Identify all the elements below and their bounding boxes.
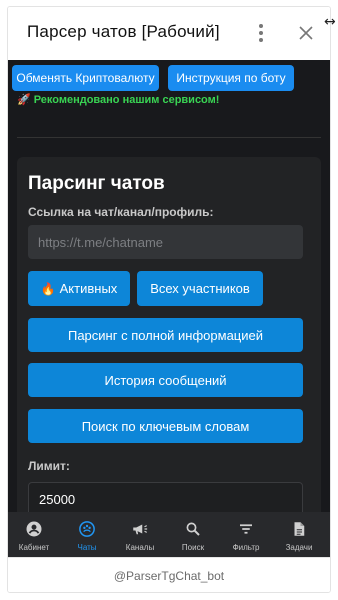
filter-icon xyxy=(240,524,252,534)
promo-text: Рекомендовано нашим сервисом! xyxy=(33,94,220,106)
nav-label-cabinet: Кабинет xyxy=(18,543,50,552)
full-info-parse-button[interactable]: Парсинг с полной информацией xyxy=(28,318,303,352)
more-vert-icon[interactable] xyxy=(250,21,272,45)
chat-parser-card: Парсинг чатов Ссылка на чат/канал/профил… xyxy=(17,157,321,512)
rocket-icon: 🚀 xyxy=(17,94,31,106)
megaphone-icon xyxy=(133,524,148,535)
nav-label-chats: Чаты xyxy=(77,543,97,552)
chat-link-input[interactable]: https://t.me/chatname xyxy=(28,225,303,259)
chats-icon xyxy=(79,521,95,537)
active-members-label: Активных xyxy=(59,281,118,296)
menu-dot xyxy=(259,38,263,42)
nav-label-tasks: Задачи xyxy=(285,543,313,552)
window-header: Парсер чатов [Рабочий] xyxy=(8,7,330,60)
bot-footer: @ParserTgChat_bot xyxy=(8,557,330,592)
mini-app-window: Парсер чатов [Рабочий] Обменять Криптова… xyxy=(7,6,331,593)
divider xyxy=(17,137,321,138)
card-title: Парсинг чатов xyxy=(28,173,165,194)
nav-label-channels: Каналы xyxy=(125,543,155,552)
nav-label-filter: Фильтр xyxy=(232,543,260,552)
menu-dot xyxy=(259,31,263,35)
promo-banner[interactable]: 🚀 Рекомендовано нашим сервисом! xyxy=(17,93,219,106)
account-icon xyxy=(26,521,42,537)
window-title: Парсер чатов [Рабочий] xyxy=(27,22,220,41)
exchange-crypto-button[interactable]: Обменять Криптовалюту xyxy=(12,65,159,91)
limit-label: Лимит: xyxy=(28,459,70,473)
search-icon xyxy=(186,522,200,536)
fire-icon: 🔥 xyxy=(40,281,56,296)
message-history-button[interactable]: История сообщений xyxy=(28,363,303,397)
app-content: Обменять Криптовалюту Инструкция по боту… xyxy=(8,60,330,512)
close-icon[interactable] xyxy=(296,23,316,43)
nav-label-search: Поиск xyxy=(181,543,205,552)
keyword-search-button[interactable]: Поиск по ключевым словам xyxy=(28,409,303,443)
all-members-button[interactable]: Всех участников xyxy=(137,271,263,306)
bot-guide-button[interactable]: Инструкция по боту xyxy=(168,65,294,91)
resize-arrow-icon[interactable]: ↔ xyxy=(324,14,336,30)
link-label: Ссылка на чат/канал/профиль: xyxy=(28,205,214,219)
menu-dot xyxy=(259,24,263,28)
limit-input[interactable]: 25000 xyxy=(28,482,303,512)
document-icon xyxy=(294,522,305,536)
active-members-button[interactable]: 🔥 Активных xyxy=(28,271,130,306)
bot-name[interactable]: @ParserTgChat_bot xyxy=(114,569,224,583)
